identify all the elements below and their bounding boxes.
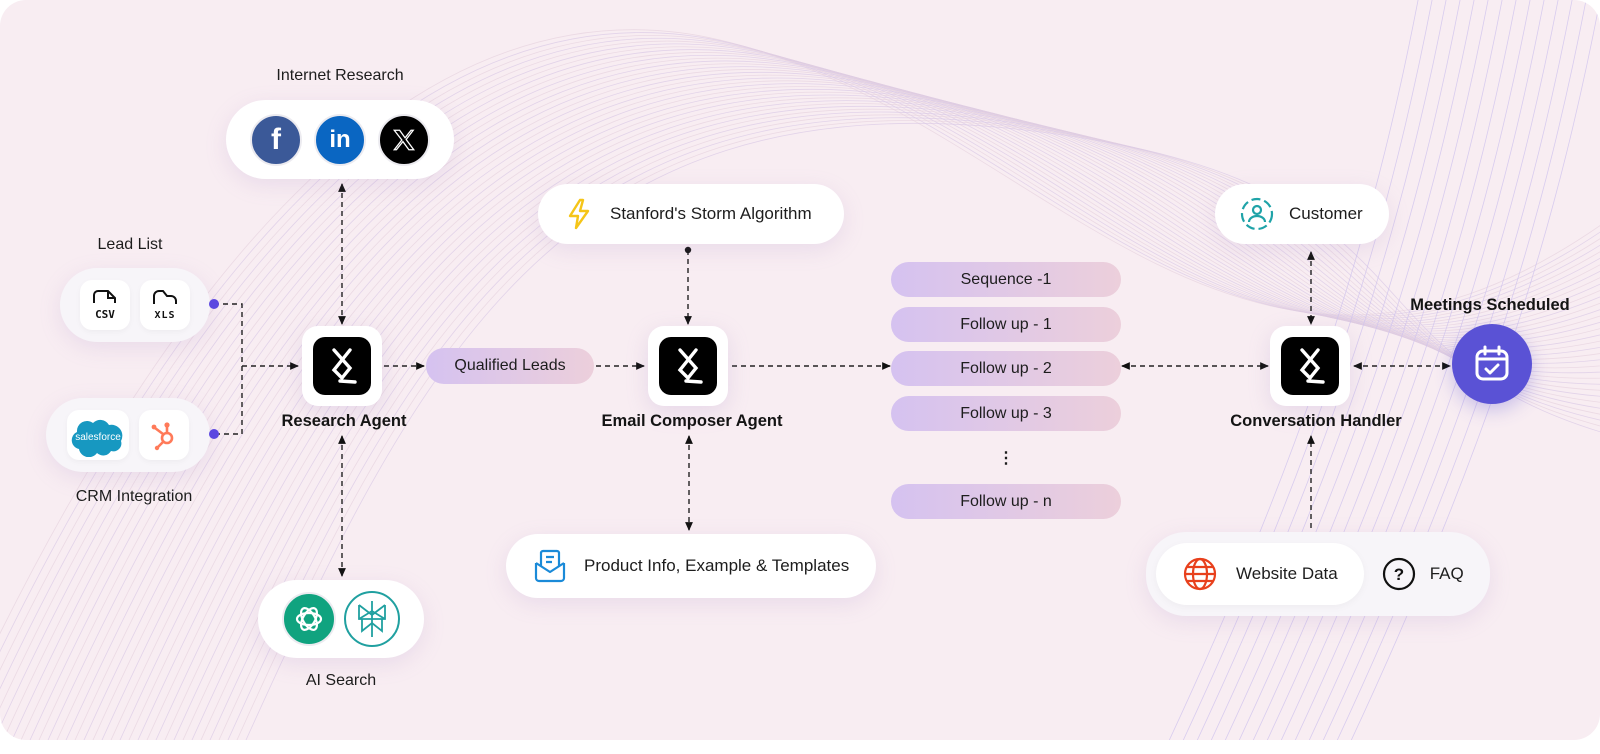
- crm-integration-label: CRM Integration: [75, 488, 193, 505]
- openai-icon[interactable]: [282, 592, 336, 646]
- mail-open-icon: [534, 549, 566, 583]
- research-agent-node[interactable]: [302, 326, 382, 406]
- connector-leadlist: [214, 303, 243, 435]
- internet-research-label: Internet Research: [276, 67, 404, 84]
- sequence-item[interactable]: Follow up - n: [891, 484, 1121, 519]
- sequence-ellipsis: ⋮: [998, 450, 1014, 467]
- xls-file-icon[interactable]: XLS: [140, 280, 190, 330]
- lead-list-connector-dot: [209, 299, 219, 309]
- conversation-handler-node[interactable]: [1270, 326, 1350, 406]
- lead-list-card: CSV XLS: [60, 268, 210, 342]
- meetings-scheduled-label: Meetings Scheduled: [1410, 296, 1570, 314]
- ai-search-card: [258, 580, 424, 658]
- meetings-scheduled-node[interactable]: [1452, 324, 1532, 404]
- sequence-item[interactable]: Follow up - 3: [891, 396, 1121, 431]
- email-composer-agent-node[interactable]: [648, 326, 728, 406]
- perplexity-icon[interactable]: [344, 591, 400, 647]
- connector-origin-dot: [684, 246, 692, 254]
- product-info-label: Product Info, Example & Templates: [584, 556, 850, 575]
- knowledge-card: Website Data ? FAQ: [1146, 532, 1490, 616]
- customer-card[interactable]: Customer: [1215, 184, 1389, 244]
- crm-connector-dot: [209, 429, 219, 439]
- customer-label: Customer: [1289, 204, 1363, 223]
- hubspot-icon[interactable]: [139, 410, 189, 460]
- sequence-item[interactable]: Follow up - 2: [891, 351, 1121, 386]
- sequence-item[interactable]: Sequence -1: [891, 262, 1121, 297]
- svg-text:?: ?: [1394, 565, 1404, 584]
- lightning-icon: [568, 198, 590, 230]
- x-icon[interactable]: [378, 113, 430, 166]
- crm-integration-card: salesforce: [46, 398, 210, 472]
- ai-search-label: AI Search: [305, 672, 377, 689]
- qualified-leads-node[interactable]: Qualified Leads: [426, 348, 594, 384]
- svg-text:XLS: XLS: [154, 310, 175, 321]
- salesforce-icon[interactable]: salesforce: [67, 410, 129, 460]
- email-composer-agent-label: Email Composer Agent: [601, 412, 783, 430]
- faq-label: FAQ: [1429, 564, 1464, 583]
- product-info-card[interactable]: Product Info, Example & Templates: [506, 534, 876, 598]
- user-circle-icon: [1240, 197, 1274, 231]
- linkedin-icon[interactable]: in: [314, 113, 366, 166]
- calendar-check-icon: [1475, 345, 1509, 381]
- facebook-icon[interactable]: f: [250, 113, 302, 166]
- svg-text:CSV: CSV: [95, 308, 115, 321]
- agent-logo-icon: [1299, 348, 1325, 384]
- storm-algorithm-label: Stanford's Storm Algorithm: [610, 204, 812, 223]
- agent-logo-icon: [677, 348, 703, 384]
- svg-text:salesforce: salesforce: [75, 432, 121, 443]
- storm-algorithm-card[interactable]: Stanford's Storm Algorithm: [538, 184, 844, 244]
- sequence-item[interactable]: Follow up - 1: [891, 307, 1121, 342]
- agent-logo-icon: [331, 348, 357, 384]
- website-data-item[interactable]: Website Data: [1156, 543, 1364, 605]
- lead-list-label: Lead List: [97, 236, 163, 253]
- diagram-canvas: Lead List CSV XLS salesforce CRM Integra…: [0, 0, 1600, 740]
- research-agent-label: Research Agent: [281, 412, 407, 430]
- conversation-handler-label: Conversation Handler: [1230, 412, 1402, 430]
- csv-file-icon[interactable]: CSV: [80, 280, 130, 330]
- website-data-label: Website Data: [1236, 564, 1338, 583]
- globe-icon: [1183, 557, 1217, 591]
- faq-item[interactable]: ? FAQ: [1382, 557, 1464, 591]
- internet-research-card: f in: [226, 100, 454, 179]
- question-icon: ?: [1382, 557, 1415, 591]
